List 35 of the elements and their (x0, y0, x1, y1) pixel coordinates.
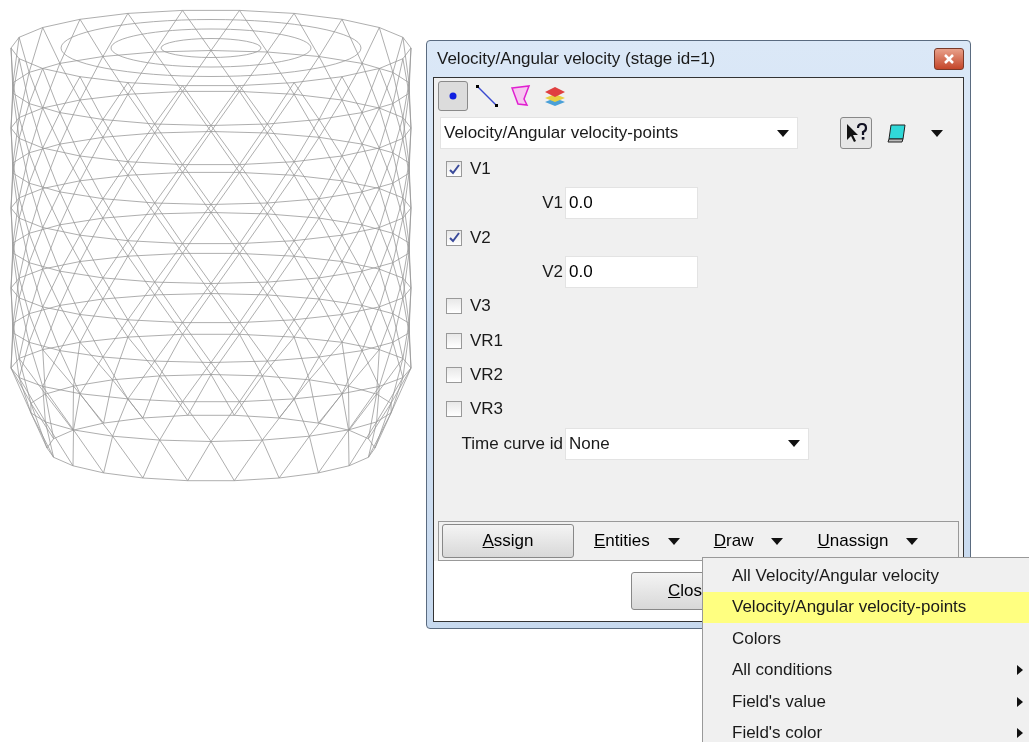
close-button[interactable] (934, 48, 964, 70)
menu-item[interactable]: Field's value (703, 686, 1029, 718)
checkbox-label: V2 (470, 227, 491, 248)
field-label: V1 (541, 193, 563, 214)
input-field[interactable]: 0.0 (565, 187, 698, 220)
menu-item[interactable]: All conditions (703, 654, 1029, 686)
window-title: Velocity/Angular velocity (stage id=1) (436, 49, 716, 69)
surface-icon (510, 85, 532, 107)
checkbox[interactable] (446, 298, 462, 315)
time-curve-dropdown[interactable]: None (565, 427, 809, 460)
checkbox[interactable] (446, 332, 462, 349)
assign-button[interactable]: Assign (442, 524, 574, 558)
entity-type-button[interactable] (438, 81, 468, 111)
point-icon (448, 91, 458, 101)
layers-icon (544, 85, 566, 107)
checkbox-label: VR3 (470, 399, 504, 420)
checkbox-label: V3 (470, 296, 491, 317)
menu-item[interactable]: Velocity/Angular velocity-points (703, 591, 1029, 623)
input-field[interactable]: 0.0 (565, 256, 698, 289)
checkbox-label: VR2 (470, 364, 504, 385)
help-cursor-icon[interactable] (840, 117, 872, 149)
checkbox[interactable] (446, 229, 462, 246)
menu-button[interactable]: Entities (574, 524, 694, 558)
checkbox[interactable] (446, 366, 462, 383)
menu-item[interactable]: Field's color (703, 717, 1029, 742)
checkbox-label: VR1 (470, 330, 504, 351)
menu-item[interactable]: Colors (703, 623, 1029, 655)
line-icon (476, 85, 498, 107)
condition-dropdown[interactable]: Velocity/Angular velocity-points (440, 117, 798, 149)
checkbox-label: V1 (470, 159, 491, 180)
field-label: Time curve id (460, 433, 563, 454)
field-label: V2 (541, 262, 563, 283)
checkbox[interactable] (446, 161, 462, 178)
checkbox[interactable] (446, 401, 462, 418)
close-icon (943, 53, 955, 65)
